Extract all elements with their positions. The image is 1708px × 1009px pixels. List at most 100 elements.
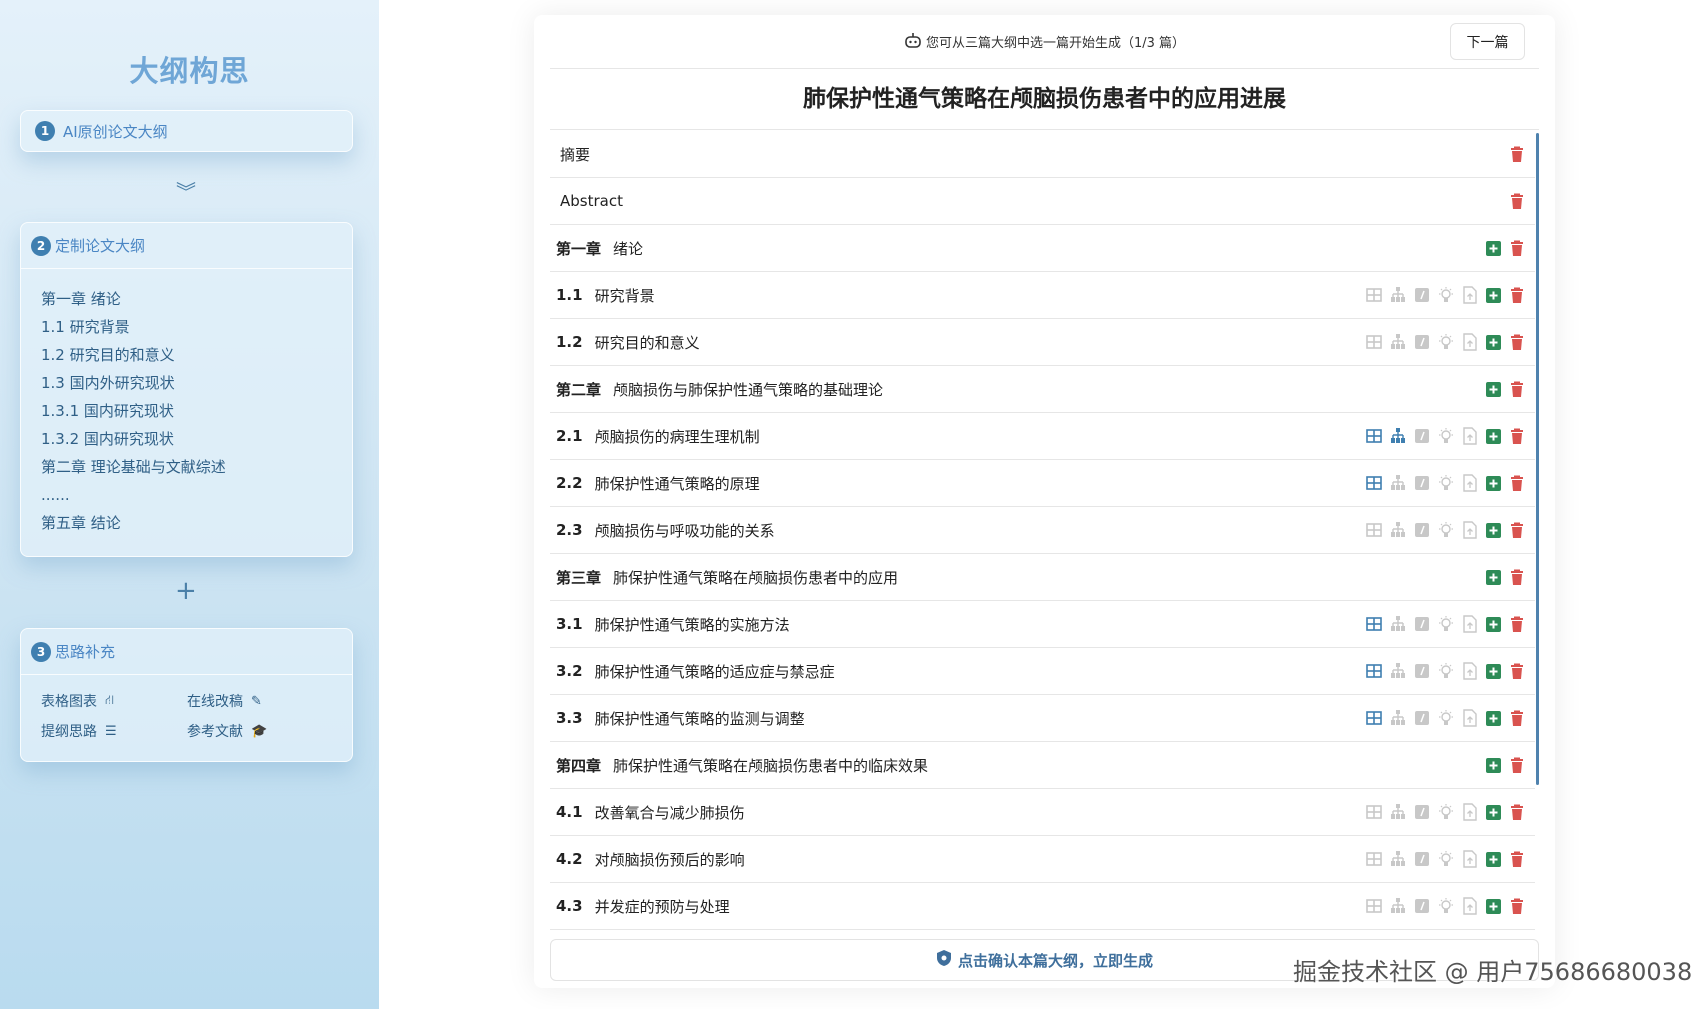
sitemap-icon[interactable] <box>1389 286 1407 304</box>
trash-icon[interactable] <box>1509 803 1527 821</box>
file-upload-icon[interactable] <box>1461 615 1479 633</box>
outline-row-chapter[interactable]: 第四章 肺保护性通气策略在颅脑损伤患者中的临床效果 <box>550 742 1535 789</box>
formula-icon[interactable] <box>1413 521 1431 539</box>
sitemap-icon[interactable] <box>1389 521 1407 539</box>
sitemap-icon[interactable] <box>1389 803 1407 821</box>
sitemap-icon[interactable] <box>1389 709 1407 727</box>
add-icon[interactable] <box>1485 897 1503 915</box>
outline-row-section[interactable]: 2.3 颅脑损伤与呼吸功能的关系 <box>550 507 1535 554</box>
lightbulb-icon[interactable] <box>1437 333 1455 351</box>
add-icon[interactable] <box>1485 850 1503 868</box>
outline-row-plain[interactable]: Abstract <box>550 178 1535 225</box>
table-icon[interactable] <box>1365 286 1383 304</box>
sitemap-icon[interactable] <box>1389 427 1407 445</box>
table-icon[interactable] <box>1365 474 1383 492</box>
outline-row-section[interactable]: 3.2 肺保护性通气策略的适应症与禁忌症 <box>550 648 1535 695</box>
formula-icon[interactable] <box>1413 897 1431 915</box>
outline-row-section[interactable]: 1.1 研究背景 <box>550 272 1535 319</box>
trash-icon[interactable] <box>1509 380 1527 398</box>
outline-row-plain[interactable]: 摘要 <box>550 131 1535 178</box>
add-icon[interactable] <box>1485 803 1503 821</box>
scrollbar[interactable] <box>1536 133 1539 785</box>
lightbulb-icon[interactable] <box>1437 897 1455 915</box>
lightbulb-icon[interactable] <box>1437 427 1455 445</box>
trash-icon[interactable] <box>1509 192 1527 210</box>
table-icon[interactable] <box>1365 662 1383 680</box>
file-upload-icon[interactable] <box>1461 897 1479 915</box>
file-upload-icon[interactable] <box>1461 803 1479 821</box>
table-icon[interactable] <box>1365 803 1383 821</box>
lightbulb-icon[interactable] <box>1437 709 1455 727</box>
formula-icon[interactable] <box>1413 803 1431 821</box>
formula-icon[interactable] <box>1413 427 1431 445</box>
table-icon[interactable] <box>1365 427 1383 445</box>
outline-row-chapter[interactable]: 第三章 肺保护性通气策略在颅脑损伤患者中的应用 <box>550 554 1535 601</box>
file-upload-icon[interactable] <box>1461 474 1479 492</box>
add-icon[interactable] <box>1485 756 1503 774</box>
lightbulb-icon[interactable] <box>1437 803 1455 821</box>
formula-icon[interactable] <box>1413 474 1431 492</box>
lightbulb-icon[interactable] <box>1437 286 1455 304</box>
next-outline-button[interactable]: 下一篇 <box>1450 23 1525 60</box>
add-icon[interactable]: + <box>175 576 197 606</box>
tool-graduation-cap[interactable]: 参考文献 🎓 <box>187 721 333 741</box>
lightbulb-icon[interactable] <box>1437 662 1455 680</box>
trash-icon[interactable] <box>1509 615 1527 633</box>
add-icon[interactable] <box>1485 662 1503 680</box>
formula-icon[interactable] <box>1413 333 1431 351</box>
formula-icon[interactable] <box>1413 850 1431 868</box>
trash-icon[interactable] <box>1509 521 1527 539</box>
add-icon[interactable] <box>1485 568 1503 586</box>
trash-icon[interactable] <box>1509 239 1527 257</box>
add-icon[interactable] <box>1485 709 1503 727</box>
tool-list[interactable]: 提纲思路 ☰ <box>41 721 187 741</box>
file-upload-icon[interactable] <box>1461 286 1479 304</box>
sitemap-icon[interactable] <box>1389 474 1407 492</box>
lightbulb-icon[interactable] <box>1437 850 1455 868</box>
file-upload-icon[interactable] <box>1461 427 1479 445</box>
trash-icon[interactable] <box>1509 756 1527 774</box>
file-upload-icon[interactable] <box>1461 662 1479 680</box>
tool-edit[interactable]: 在线改稿 ✎ <box>187 691 333 711</box>
trash-icon[interactable] <box>1509 850 1527 868</box>
step1-card[interactable]: 1 AI原创论文大纲 <box>20 110 353 152</box>
sitemap-icon[interactable] <box>1389 615 1407 633</box>
trash-icon[interactable] <box>1509 662 1527 680</box>
outline-row-section[interactable]: 2.2 肺保护性通气策略的原理 <box>550 460 1535 507</box>
tool-chart[interactable]: 表格图表 ⛙ <box>41 691 187 711</box>
outline-row-chapter[interactable]: 第二章 颅脑损伤与肺保护性通气策略的基础理论 <box>550 366 1535 413</box>
table-icon[interactable] <box>1365 615 1383 633</box>
outline-row-chapter[interactable]: 第一章 绪论 <box>550 225 1535 272</box>
outline-row-section[interactable]: 2.1 颅脑损伤的病理生理机制 <box>550 413 1535 460</box>
add-icon[interactable] <box>1485 333 1503 351</box>
file-upload-icon[interactable] <box>1461 521 1479 539</box>
trash-icon[interactable] <box>1509 709 1527 727</box>
sitemap-icon[interactable] <box>1389 850 1407 868</box>
outline-row-section[interactable]: 4.3 并发症的预防与处理 <box>550 883 1535 930</box>
add-icon[interactable] <box>1485 427 1503 445</box>
add-icon[interactable] <box>1485 286 1503 304</box>
table-icon[interactable] <box>1365 333 1383 351</box>
sitemap-icon[interactable] <box>1389 333 1407 351</box>
lightbulb-icon[interactable] <box>1437 474 1455 492</box>
trash-icon[interactable] <box>1509 568 1527 586</box>
trash-icon[interactable] <box>1509 333 1527 351</box>
add-icon[interactable] <box>1485 521 1503 539</box>
formula-icon[interactable] <box>1413 615 1431 633</box>
sitemap-icon[interactable] <box>1389 662 1407 680</box>
add-icon[interactable] <box>1485 380 1503 398</box>
trash-icon[interactable] <box>1509 474 1527 492</box>
trash-icon[interactable] <box>1509 286 1527 304</box>
outline-row-section[interactable]: 4.1 改善氧合与减少肺损伤 <box>550 789 1535 836</box>
table-icon[interactable] <box>1365 709 1383 727</box>
file-upload-icon[interactable] <box>1461 850 1479 868</box>
add-icon[interactable] <box>1485 474 1503 492</box>
file-upload-icon[interactable] <box>1461 709 1479 727</box>
outline-row-section[interactable]: 3.3 肺保护性通气策略的监测与调整 <box>550 695 1535 742</box>
table-icon[interactable] <box>1365 521 1383 539</box>
add-icon[interactable] <box>1485 239 1503 257</box>
table-icon[interactable] <box>1365 897 1383 915</box>
formula-icon[interactable] <box>1413 662 1431 680</box>
trash-icon[interactable] <box>1509 427 1527 445</box>
outline-row-section[interactable]: 3.1 肺保护性通气策略的实施方法 <box>550 601 1535 648</box>
